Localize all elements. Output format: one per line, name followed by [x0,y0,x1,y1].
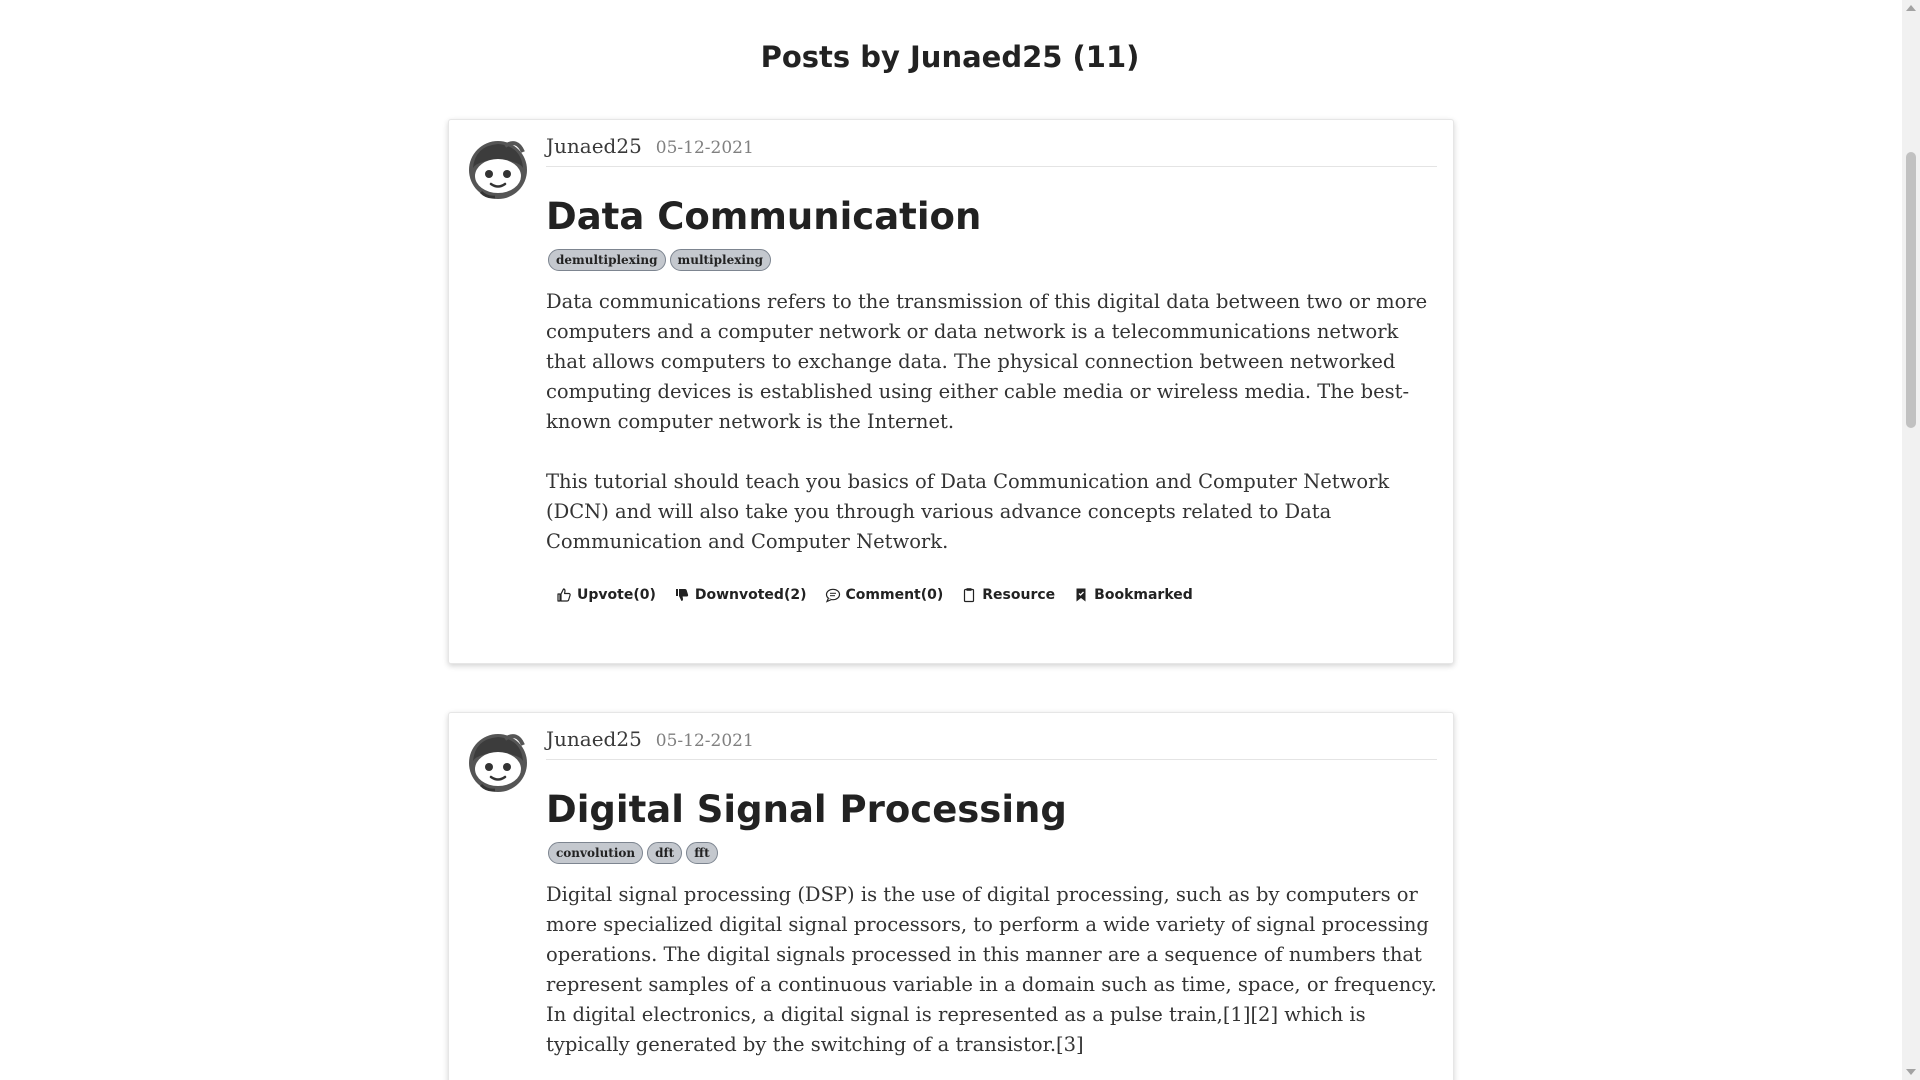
scroll-thumb[interactable] [1906,152,1916,428]
comment-label: Comment(0) [845,587,944,603]
tag-demultiplexing[interactable]: demultiplexing [548,249,666,271]
post-title[interactable]: Digital Signal Processing [546,788,1437,832]
tag-convolution[interactable]: convolution [548,842,644,864]
page-title: Posts by Junaed25 (11) [760,40,1140,74]
post-meta: Junaed25 05-12-2021 [546,134,1437,167]
scrollbar[interactable] [1902,0,1920,1080]
thumbs-down-icon [675,589,688,601]
post-author[interactable]: Junaed25 [546,134,642,158]
thumbs-up-icon [557,588,571,602]
upvote-button[interactable]: Upvote(0) [556,587,656,603]
comment-icon [825,588,840,603]
clipboard-icon [964,588,975,603]
post-actions: Upvote(0) Downvoted(2) Comment(0) Resour… [556,587,1437,603]
comment-button[interactable]: Comment(0) [825,587,944,603]
post-body: Junaed25 05-12-2021 Digital Signal Proce… [546,727,1437,1080]
post-content: Data communications refers to the transm… [546,287,1437,557]
bookmark-label: Bookmarked [1094,587,1193,603]
resource-label: Resource [982,587,1056,603]
post-date: 05-12-2021 [655,731,754,751]
avatar-icon[interactable] [465,727,531,793]
bookmark-icon [1076,588,1086,602]
post-date: 05-12-2021 [655,138,754,158]
tag-list: convolution dft fft [548,842,1437,864]
post-meta: Junaed25 05-12-2021 [546,727,1437,760]
downvote-button[interactable]: Downvoted(2) [674,587,807,603]
post-author[interactable]: Junaed25 [546,727,642,751]
post-paragraph: Digital signal processing (DSP) is the u… [546,883,1437,1056]
avatar-icon[interactable] [465,134,531,200]
downvote-label: Downvoted(2) [694,587,807,603]
upvote-label: Upvote(0) [577,587,656,603]
tag-list: demultiplexing multiplexing [548,249,1437,271]
page: Posts by Junaed25 (11) Junaed25 05-12-20… [0,0,1920,1080]
post-title[interactable]: Data Communication [546,195,1437,239]
post-paragraph: Data communications refers to the transm… [546,290,1428,433]
post-card: Junaed25 05-12-2021 Digital Signal Proce… [448,712,1454,1080]
post-paragraph: This tutorial should teach you basics of… [546,470,1390,553]
scroll-down-icon[interactable] [1906,1069,1916,1075]
scroll-up-icon[interactable] [1906,5,1916,11]
resource-button[interactable]: Resource [961,587,1055,603]
bookmark-button[interactable]: Bookmarked [1073,587,1193,603]
post-content: Digital signal processing (DSP) is the u… [546,880,1437,1060]
post-body: Junaed25 05-12-2021 Data Communication d… [546,134,1437,603]
post-card: Junaed25 05-12-2021 Data Communication d… [448,119,1454,664]
tag-dft[interactable]: dft [647,842,683,864]
tag-fft[interactable]: fft [686,842,718,864]
tag-multiplexing[interactable]: multiplexing [669,249,772,271]
